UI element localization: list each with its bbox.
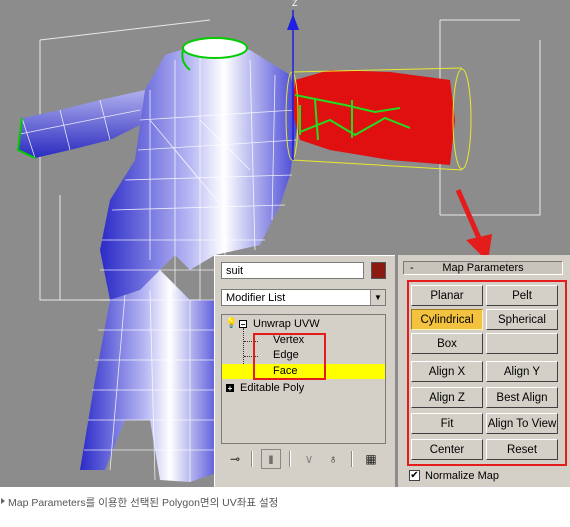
spherical-button[interactable]: Spherical — [486, 309, 558, 330]
modifier-list-dropdown[interactable]: Modifier List ▼ — [221, 289, 386, 306]
best-align-button[interactable]: Best Align — [486, 387, 558, 408]
stack-item-unwrap-uvw[interactable]: 💡 − Unwrap UVW — [222, 317, 385, 332]
modifier-stack[interactable]: 💡 − Unwrap UVW Vertex Edge Face + Editab… — [221, 314, 386, 444]
stack-item-editable-poly[interactable]: + Editable Poly — [222, 381, 385, 396]
modifier-list-label: Modifier List — [226, 292, 286, 304]
toolbar-separator — [289, 451, 291, 467]
z-axis-label: Z — [292, 0, 298, 8]
pelt-button[interactable]: Pelt — [486, 285, 558, 306]
modify-panel: suit Modifier List ▼ 💡 − Unwrap UVW Vert… — [214, 255, 395, 488]
align-to-view-button[interactable]: Align To View — [486, 413, 558, 434]
callout-arrow — [455, 189, 492, 262]
reset-button[interactable]: Reset — [486, 439, 558, 460]
make-unique-icon[interactable]: ∨ — [299, 449, 319, 469]
align-y-button[interactable]: Align Y — [486, 361, 558, 382]
left-arm-mesh — [18, 90, 145, 158]
toolbar-separator — [351, 451, 353, 467]
base-object-name: Editable Poly — [240, 382, 305, 394]
empty-button-slot — [486, 333, 558, 354]
remove-modifier-icon[interactable]: ♁ — [323, 449, 343, 469]
annotation-highlight-box — [253, 333, 326, 380]
fit-button[interactable]: Fit — [411, 413, 483, 434]
object-color-swatch[interactable] — [371, 262, 386, 279]
expand-box-icon[interactable]: + — [226, 384, 234, 393]
chevron-down-icon[interactable]: ▼ — [370, 290, 385, 305]
align-z-button[interactable]: Align Z — [411, 387, 483, 408]
box-button[interactable]: Box — [411, 333, 483, 354]
lightbulb-icon[interactable]: 💡 — [225, 318, 237, 330]
caption-bullet-icon — [1, 498, 5, 504]
normalize-map-label: Normalize Map — [425, 470, 499, 482]
modifier-name: Unwrap UVW — [253, 318, 320, 330]
planar-button[interactable]: Planar — [411, 285, 483, 306]
neck-opening — [182, 37, 248, 59]
align-x-button[interactable]: Align X — [411, 361, 483, 382]
rollout-header[interactable]: - Map Parameters — [403, 261, 563, 275]
show-end-result-icon[interactable]: ‖ — [261, 449, 281, 469]
caption-text: Map Parameters를 이용한 선택된 Polygon면의 UV좌표 설… — [8, 497, 279, 509]
pin-stack-icon[interactable]: ⊸ — [225, 449, 245, 469]
configure-modifier-sets-icon[interactable]: ▦ — [361, 449, 381, 469]
stack-toolbar: ⊸ ‖ ∨ ♁ ▦ — [221, 448, 386, 470]
normalize-map-checkbox[interactable]: ✔ — [409, 470, 420, 481]
object-name-field[interactable]: suit — [221, 262, 364, 279]
center-button[interactable]: Center — [411, 439, 483, 460]
map-parameters-panel: - Map Parameters Planar Pelt Cylindrical… — [398, 255, 570, 487]
rollout-title: Map Parameters — [442, 262, 524, 274]
toolbar-separator — [251, 451, 253, 467]
cylindrical-button[interactable]: Cylindrical — [411, 309, 483, 330]
collapse-box-icon[interactable]: − — [239, 320, 247, 329]
figure-caption: Map Parameters를 이용한 선택된 Polygon면의 UV좌표 설… — [0, 487, 570, 527]
